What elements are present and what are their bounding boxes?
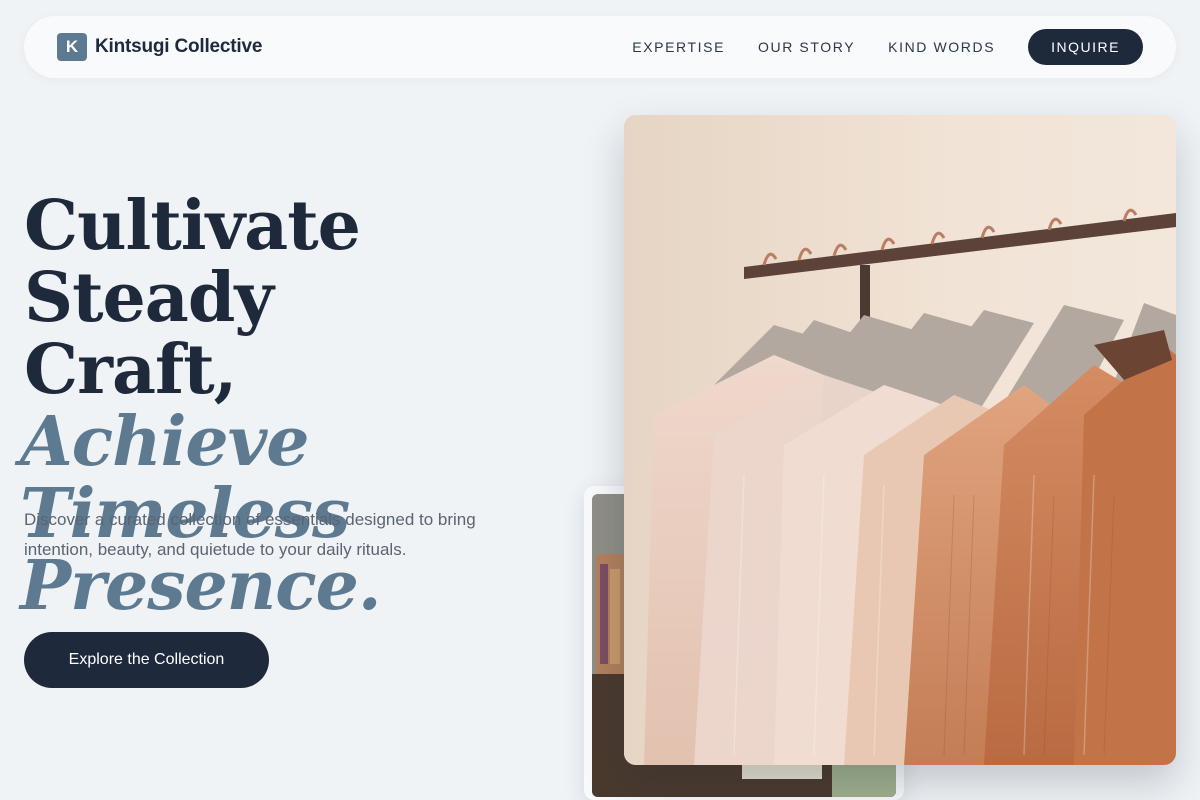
headline-line-2: Craft, [24, 330, 237, 410]
inquire-button[interactable]: INQUIRE [1028, 29, 1143, 65]
top-navbar: K Kintsugi Collective EXPERTISE OUR STOR… [24, 16, 1176, 78]
brand-logo[interactable]: K Kintsugi Collective [57, 33, 262, 61]
brand-mark-icon: K [57, 33, 87, 61]
nav-link-expertise[interactable]: EXPERTISE [632, 39, 725, 55]
brand-name: Kintsugi Collective [95, 36, 263, 57]
clothing-rack-illustration [624, 115, 1176, 765]
nav-link-our-story[interactable]: OUR STORY [758, 39, 855, 55]
headline-line-1: Cultivate Steady [24, 186, 361, 338]
clothing-rack-photo [624, 115, 1176, 765]
hero-description: Discover a curated collection of essenti… [24, 510, 476, 559]
nav-links: EXPERTISE OUR STORY KIND WORDS INQUIRE [599, 29, 1143, 65]
nav-link-kind-words[interactable]: KIND WORDS [888, 39, 995, 55]
explore-collection-button[interactable]: Explore the Collection [24, 632, 269, 688]
